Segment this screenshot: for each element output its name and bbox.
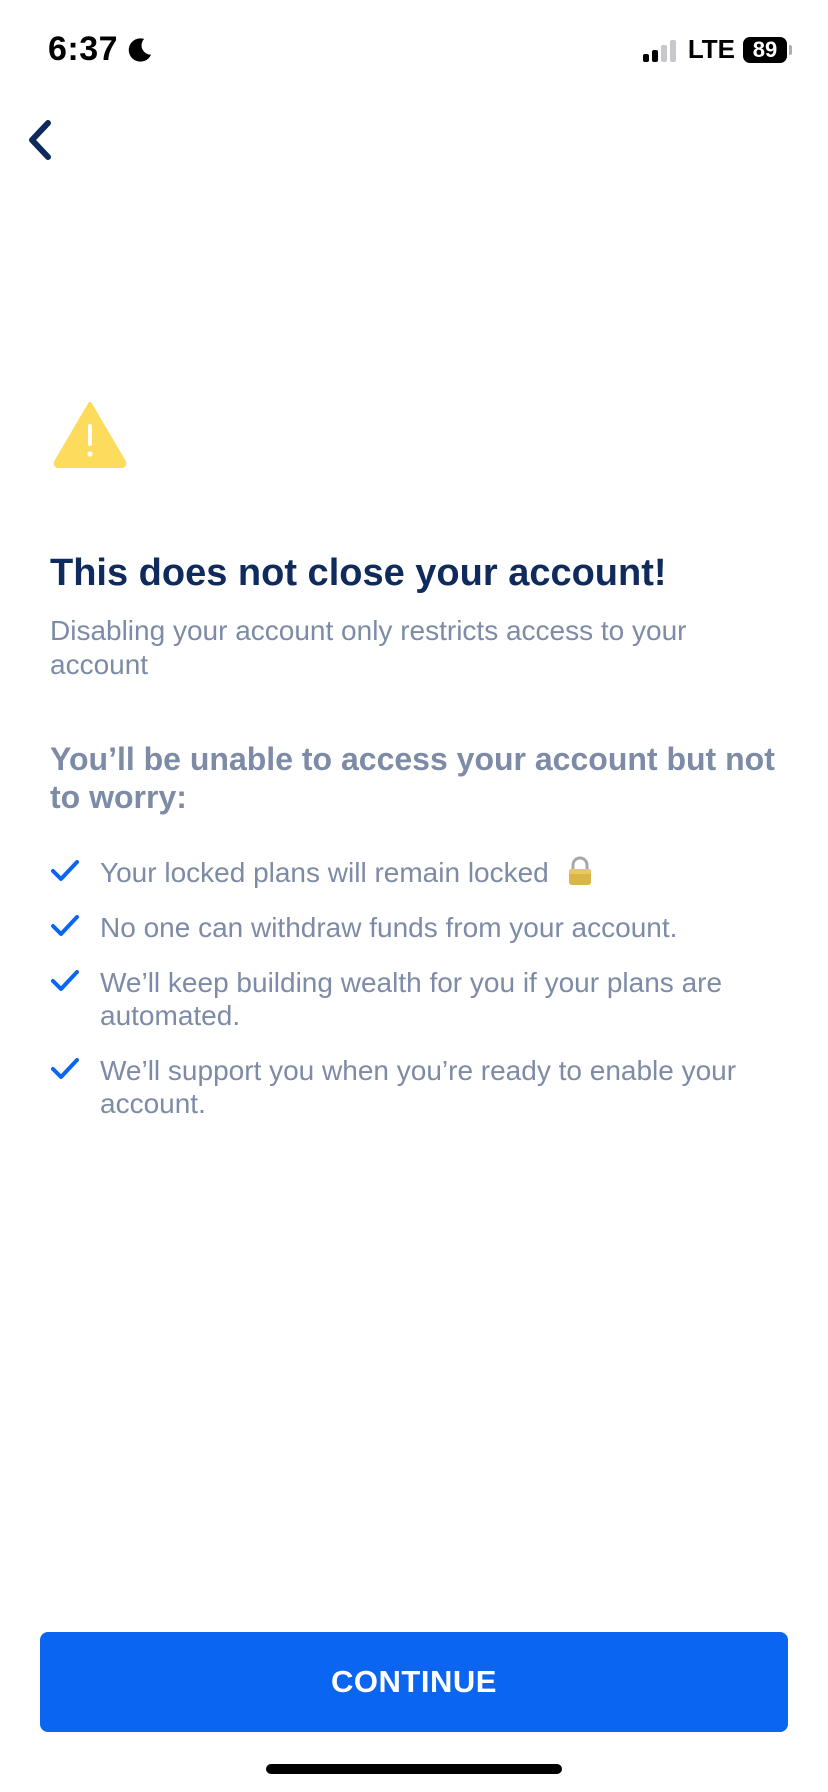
- check-icon: [51, 860, 79, 881]
- moon-icon: [128, 37, 152, 62]
- list-item: No one can withdraw funds from your acco…: [50, 911, 780, 944]
- back-button[interactable]: [20, 115, 60, 165]
- chevron-left-icon: [29, 120, 51, 160]
- page-subtitle: Disabling your account only restricts ac…: [50, 615, 687, 680]
- status-time: 6:37: [48, 30, 154, 69]
- benefit-text: We’ll support you when you’re ready to e…: [100, 1055, 737, 1119]
- time-label: 6:37: [48, 30, 119, 68]
- section-heading: You’ll be unable to access your account …: [50, 741, 775, 815]
- list-item: We’ll keep building wealth for you if yo…: [50, 966, 780, 1032]
- benefit-list: Your locked plans will remain locked No …: [50, 856, 780, 1142]
- continue-button[interactable]: CONTINUE: [40, 1632, 788, 1732]
- status-bar: 6:37 LTE 89: [0, 0, 828, 100]
- check-icon: [51, 970, 79, 991]
- benefit-text: Your locked plans will remain locked: [100, 857, 549, 888]
- warning-icon: [53, 402, 127, 468]
- home-indicator[interactable]: [266, 1764, 562, 1774]
- lock-icon: [568, 856, 591, 885]
- benefit-text: We’ll keep building wealth for you if yo…: [100, 967, 723, 1031]
- page-title: This does not close your account!: [50, 552, 667, 594]
- check-icon: [51, 1058, 79, 1079]
- battery-level: 89: [743, 36, 787, 63]
- battery-icon: 89: [743, 36, 792, 63]
- signal-icon: [642, 38, 676, 62]
- status-indicators: LTE 89: [642, 34, 792, 65]
- benefit-text: No one can withdraw funds from your acco…: [100, 912, 678, 943]
- network-label: LTE: [687, 34, 735, 64]
- list-item: We’ll support you when you’re ready to e…: [50, 1054, 780, 1120]
- battery-tip: [789, 44, 792, 55]
- check-icon: [51, 915, 79, 936]
- list-item: Your locked plans will remain locked: [50, 856, 780, 889]
